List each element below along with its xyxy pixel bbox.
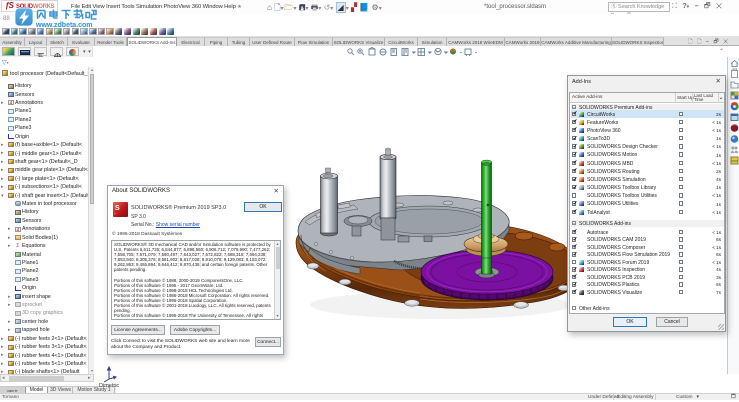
svg-text:Dimetric: Dimetric	[99, 383, 119, 388]
svg-text:www.zdbeta.com: www.zdbeta.com	[35, 22, 93, 29]
